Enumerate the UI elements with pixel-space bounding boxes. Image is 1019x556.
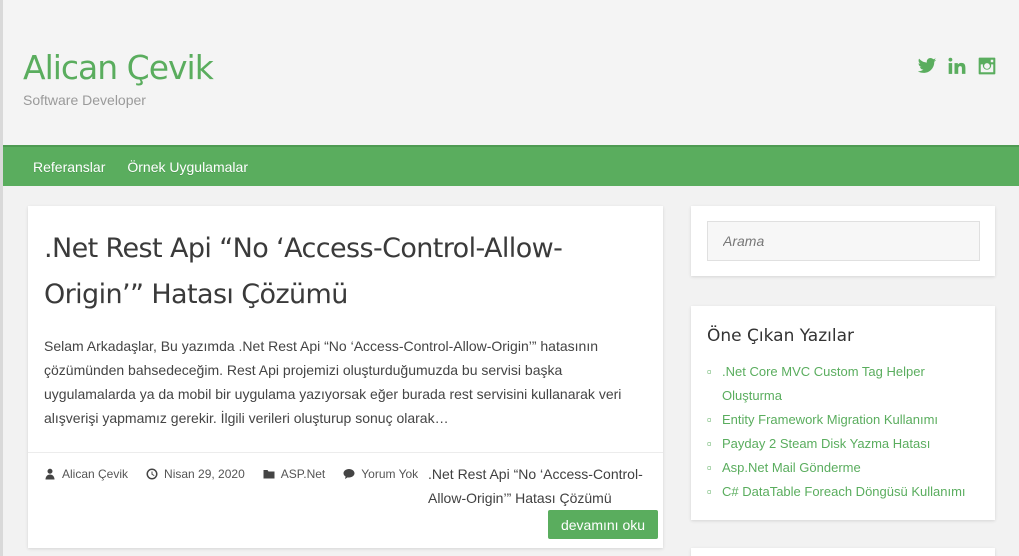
main-nav: Referanslar Örnek Uygulamalar <box>3 145 1019 186</box>
meta-category[interactable]: ASP.Net <box>263 467 325 481</box>
post-meta: Alican Çevik Nisan 29, 2020 ASP.Net Yoru… <box>44 467 418 481</box>
social-links <box>917 56 997 76</box>
meta-author[interactable]: Alican Çevik <box>44 467 128 481</box>
comment-icon <box>343 469 355 479</box>
post-meta-title: .Net Rest Api “No ‘Access-Control-Allow-… <box>428 466 643 506</box>
search-widget <box>691 206 995 276</box>
list-item: ▫ .Net Core MVC Custom Tag Helper Oluştur… <box>707 360 987 408</box>
search-input[interactable] <box>707 221 980 261</box>
folder-icon <box>263 470 275 479</box>
instagram-icon[interactable] <box>977 56 997 76</box>
featured-link[interactable]: Payday 2 Steam Disk Yazma Hatası <box>722 436 930 451</box>
featured-list: ▫ .Net Core MVC Custom Tag Helper Oluştur… <box>707 360 987 504</box>
author-name: Alican Çevik <box>62 467 129 481</box>
nav-item-ornek-uygulamalar[interactable]: Örnek Uygulamalar <box>127 159 248 175</box>
site-title[interactable]: Alican Çevik <box>23 48 214 87</box>
nav-item-referanslar[interactable]: Referanslar <box>33 159 105 175</box>
widget-title: Öne Çıkan Yazılar <box>707 326 854 346</box>
meta-date: Nisan 29, 2020 <box>146 467 245 481</box>
list-item: ▫ Entity Framework Migration Kullanımı <box>707 408 987 432</box>
post-card: .Net Rest Api “No ‘Access-Control-Allow-… <box>28 206 663 548</box>
bullet-icon: ▫ <box>707 484 712 499</box>
featured-link[interactable]: C# DataTable Foreach Döngüsü Kullanımı <box>722 484 966 499</box>
featured-link[interactable]: Asp.Net Mail Gönderme <box>722 460 861 475</box>
featured-posts-widget: Öne Çıkan Yazılar ▫ .Net Core MVC Custom … <box>691 306 995 520</box>
post-title[interactable]: .Net Rest Api “No ‘Access-Control-Allow-… <box>44 226 644 318</box>
bullet-icon: ▫ <box>707 436 712 451</box>
category-name: ASP.Net <box>280 467 326 481</box>
list-item: ▫ C# DataTable Foreach Döngüsü Kullanımı <box>707 480 987 504</box>
user-icon <box>45 468 55 480</box>
list-item: ▫ Payday 2 Steam Disk Yazma Hatası <box>707 432 987 456</box>
site-description: Software Developer <box>23 92 146 108</box>
meta-comments[interactable]: Yorum Yok <box>343 467 418 481</box>
featured-link[interactable]: .Net Core MVC Custom Tag Helper Oluşturm… <box>722 364 925 403</box>
list-item: ▫ Asp.Net Mail Gönderme <box>707 456 987 480</box>
clock-icon <box>146 468 158 480</box>
bullet-icon: ▫ <box>707 364 712 379</box>
post-date: Nisan 29, 2020 <box>164 467 245 481</box>
bullet-icon: ▫ <box>707 412 712 427</box>
bullet-icon: ▫ <box>707 460 712 475</box>
post-excerpt: Selam Arkadaşlar, Bu yazımda .Net Rest A… <box>44 338 622 426</box>
twitter-icon[interactable] <box>917 56 937 76</box>
comments-count: Yorum Yok <box>361 467 419 481</box>
read-more-button[interactable]: devamını oku <box>548 510 658 539</box>
linkedin-icon[interactable] <box>947 56 967 76</box>
site-header: Alican Çevik Software Developer <box>3 0 1019 145</box>
post-divider <box>28 452 663 453</box>
featured-link[interactable]: Entity Framework Migration Kullanımı <box>722 412 938 427</box>
next-widget <box>691 548 995 556</box>
